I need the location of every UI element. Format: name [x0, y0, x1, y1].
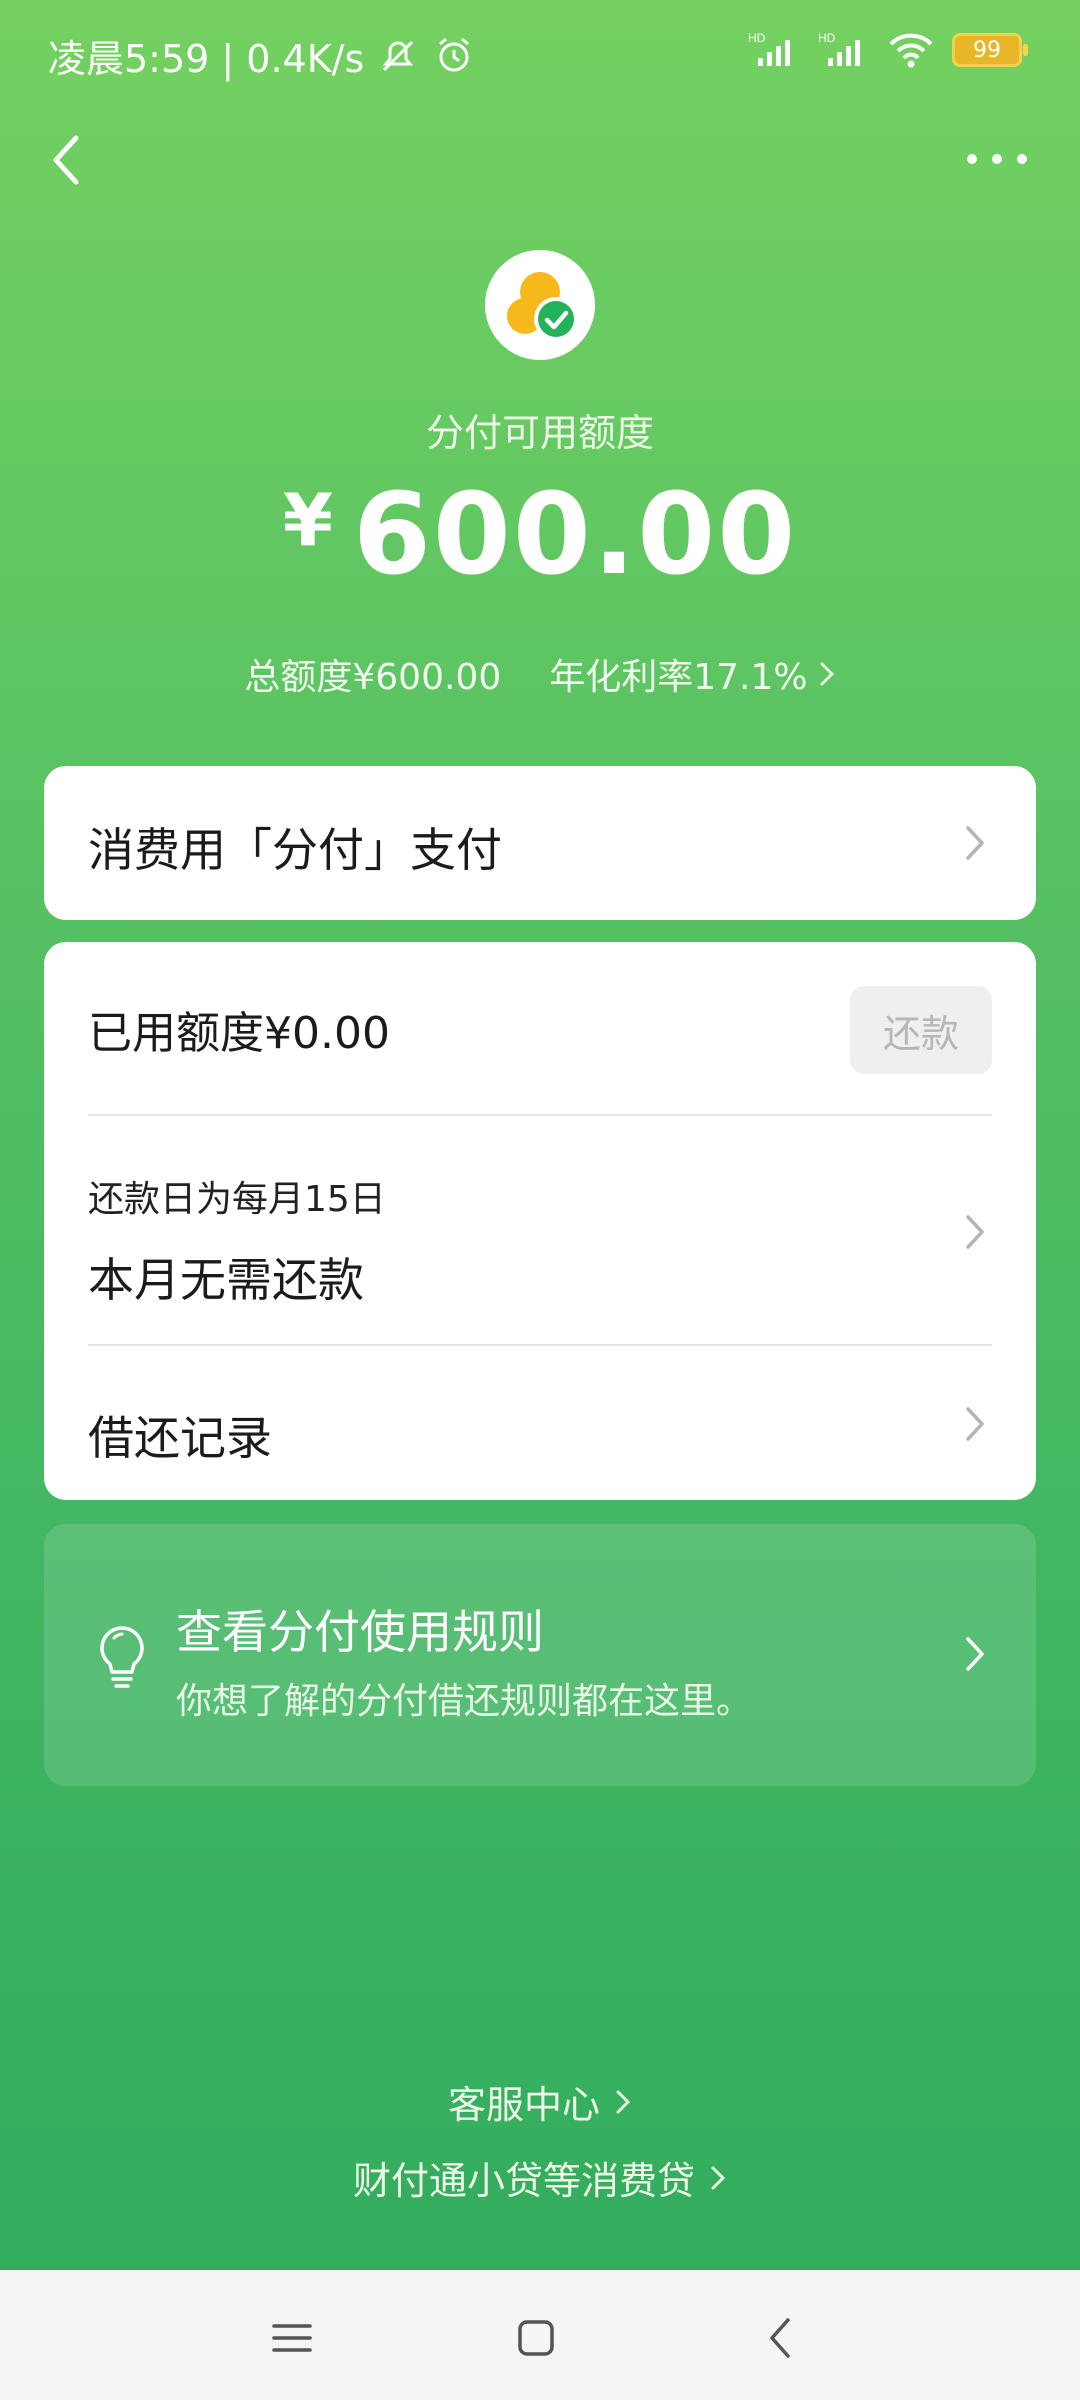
chevron-right-icon: [966, 1215, 984, 1249]
customer-service-label: 客服中心: [447, 2083, 600, 2127]
svg-text:HD: HD: [818, 31, 836, 45]
wifi-icon: [889, 33, 933, 68]
pay-with-fenfu-card[interactable]: 消费用「分付」支付: [44, 766, 1036, 920]
pay-with-fenfu-label: 消费用「分付」支付: [88, 823, 502, 877]
system-navigation-bar: [0, 2270, 1080, 2400]
lightbulb-icon: [100, 1626, 144, 1688]
consumer-loan-label: 财付通小贷等消费贷: [352, 2159, 695, 2203]
chevron-right-icon: [820, 662, 834, 686]
currency-symbol: ¥: [282, 478, 335, 562]
chevron-right-icon: [966, 1637, 984, 1671]
chevron-right-icon: [616, 2090, 631, 2113]
signal-hd-icon: HD: [748, 31, 790, 66]
fenfu-logo-icon: [485, 250, 595, 360]
due-status: 本月无需还款: [88, 1253, 364, 1307]
usage-rules-card[interactable]: 查看分付使用规则 你想了解的分付借还规则都在这里。: [44, 1524, 1036, 1786]
records-label: 借还记录: [88, 1411, 272, 1465]
rules-title: 查看分付使用规则: [176, 1605, 544, 1659]
amount-value: 600.00: [352, 470, 798, 600]
total-limit: 总额度¥600.00: [244, 657, 502, 698]
due-day: 还款日为每月15日: [88, 1179, 386, 1220]
menu-icon[interactable]: [262, 2308, 322, 2368]
annual-rate: 年化利率17.1%: [549, 657, 808, 698]
chevron-right-icon: [966, 826, 984, 860]
annual-rate-link[interactable]: 年化利率17.1%: [549, 648, 835, 700]
available-amount: ¥600.00: [0, 470, 1080, 600]
more-dots-icon[interactable]: [962, 134, 1032, 184]
time-and-speed: 凌晨5:59 | 0.4K/s: [48, 37, 365, 81]
svg-text:HD: HD: [748, 31, 766, 45]
back-arrow-icon[interactable]: [40, 130, 100, 190]
chevron-right-icon: [711, 2166, 726, 2189]
limit-info: 总额度¥600.00 年化利率17.1%: [0, 648, 1080, 700]
chevron-right-icon: [966, 1407, 984, 1441]
consumer-loan-link[interactable]: 财付通小贷等消费贷: [0, 2150, 1080, 2205]
divider: [88, 1114, 992, 1116]
top-bar: [0, 120, 1080, 200]
alarm-icon: [439, 37, 470, 71]
divider: [88, 1344, 992, 1346]
home-icon[interactable]: [506, 2308, 566, 2368]
signal-hd-icon: HD: [818, 31, 860, 66]
used-limit: 已用额度¥0.00: [88, 1008, 390, 1059]
mute-bell-icon: [383, 40, 414, 71]
repay-button[interactable]: 还款: [850, 986, 992, 1074]
battery-level: 99: [973, 37, 1001, 63]
battery-icon: 99: [952, 33, 1028, 67]
customer-service-link[interactable]: 客服中心: [0, 2074, 1080, 2129]
available-limit-label: 分付可用额度: [425, 411, 654, 455]
repayment-card: 已用额度¥0.00 还款 还款日为每月15日 本月无需还款 借还记录: [44, 942, 1036, 1500]
status-bar: 凌晨5:59 | 0.4K/s HD HD 99: [0, 0, 1080, 110]
rules-subtitle: 你想了解的分付借还规则都在这里。: [176, 1681, 753, 1722]
back-nav-icon[interactable]: [752, 2308, 812, 2368]
